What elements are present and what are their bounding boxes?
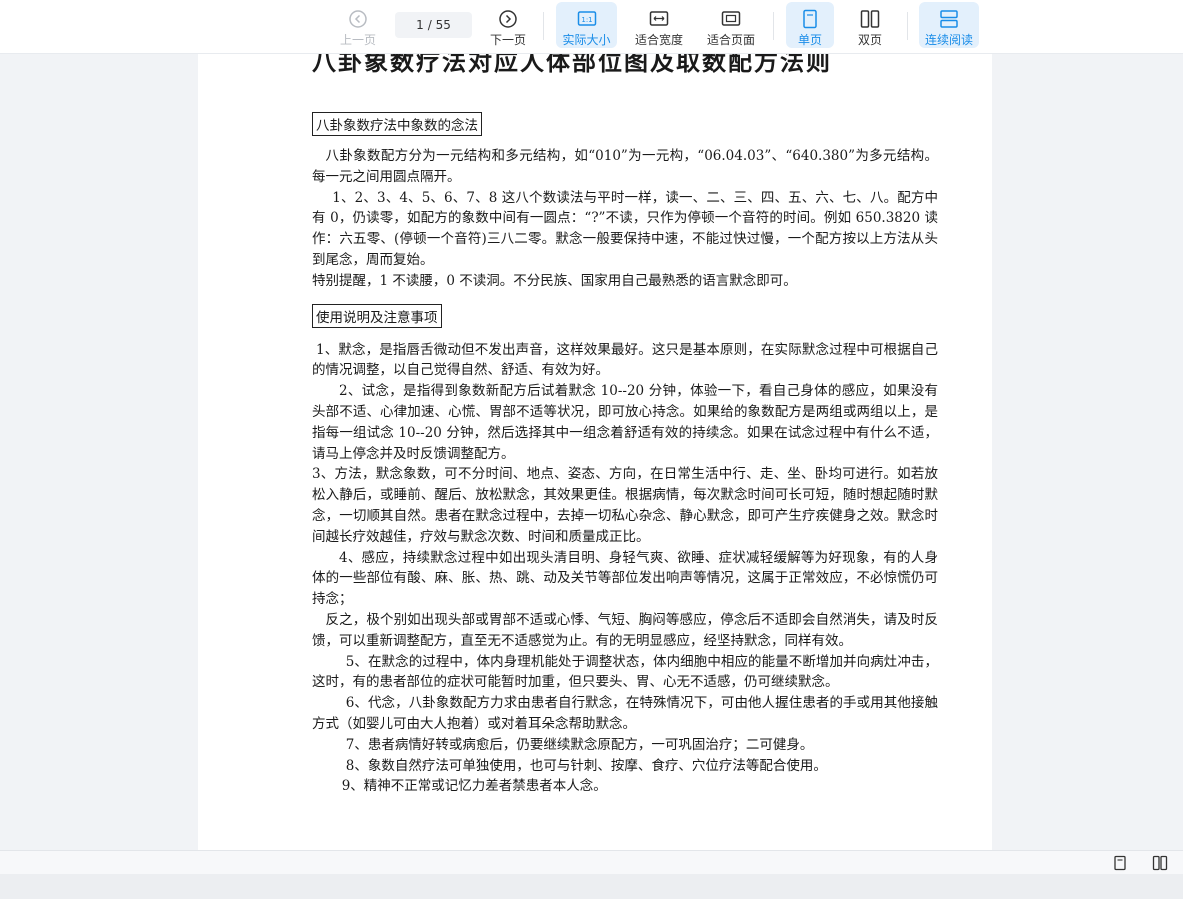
toolbar-divider	[907, 12, 908, 40]
actual-size-glyph: 1:1	[581, 16, 592, 24]
fit-width-label: 适合宽度	[634, 33, 683, 47]
single-page-label: 单页	[797, 33, 822, 47]
section-heading: 使用说明及注意事项	[312, 303, 442, 328]
footer-strip	[0, 874, 1183, 899]
paragraph: 8、象数自然疗法可单独使用，也可与针刺、按摩、食疗、穴位疗法等配合使用。	[345, 757, 827, 774]
page-content: 八卦象数疗法对应人体部位图及取数配方法则 八卦象数疗法中象数的念法 八卦象数配方…	[312, 54, 938, 797]
double-page-icon[interactable]	[1152, 855, 1168, 871]
paragraph: 6、代念，八卦象数配方力求由患者自行默念，在特殊情况下，可由他人握住患者的手或用…	[312, 695, 938, 732]
chevron-left-circle-icon	[347, 8, 369, 29]
single-page-icon	[799, 8, 821, 29]
prev-page-button[interactable]: 上一页	[336, 2, 380, 48]
section-heading: 八卦象数疗法中象数的念法	[312, 112, 482, 136]
fit-page-button[interactable]: 适合页面	[702, 2, 760, 48]
document-page: 八卦象数疗法对应人体部位图及取数配方法则 八卦象数疗法中象数的念法 八卦象数配方…	[198, 54, 992, 850]
next-page-button[interactable]: 下一页	[486, 2, 530, 48]
page-current-input[interactable]: 1	[416, 18, 424, 32]
paragraph: 3、方法，默念象数，可不分时间、地点、姿态、方向，在日常生活中行、走、坐、卧均可…	[312, 466, 938, 545]
single-page-icon[interactable]	[1112, 855, 1128, 871]
document-title: 八卦象数疗法对应人体部位图及取数配方法则	[312, 54, 832, 76]
viewer-toolbar: 上一页 1 / 55 下一页 1:1 实际大小 适合宽度 适合页面 单页 双页 …	[0, 0, 1183, 54]
single-page-button[interactable]: 单页	[786, 2, 834, 48]
continuous-scroll-icon	[938, 8, 960, 29]
double-page-icon	[859, 8, 881, 29]
double-page-label: 双页	[857, 33, 882, 47]
paragraph: 5、在默念的过程中，体内身理机能处于调整状态，体内细胞中相应的能量不断增加并向病…	[312, 653, 938, 691]
page-total: / 55	[427, 18, 451, 32]
toolbar-divider	[773, 12, 774, 40]
paragraph: 八卦象数配方分为一元结构和多元结构，如“010”为一元构，“06.04.03”、…	[312, 148, 938, 185]
document-viewer[interactable]: 八卦象数疗法对应人体部位图及取数配方法则 八卦象数疗法中象数的念法 八卦象数配方…	[0, 54, 1183, 850]
paragraph: 1、2、3、4、5、6、7、8 这八个数读法与平时一样，读一、二、三、四、五、六…	[312, 189, 938, 268]
paragraph: 特别提醒，1 不读腰，0 不读洞。不分民族、国家用自己最熟悉的语言默念即可。	[312, 272, 797, 289]
continuous-reading-button[interactable]: 连续阅读	[919, 2, 979, 48]
fit-width-button[interactable]: 适合宽度	[630, 2, 688, 48]
fit-page-label: 适合页面	[706, 33, 755, 47]
continuous-reading-label: 连续阅读	[924, 33, 973, 47]
next-page-label: 下一页	[489, 33, 526, 47]
paragraph: 2、试念，是指得到象数新配方后试着默念 10--20 分钟，体验一下，看自己身体…	[312, 383, 938, 462]
actual-size-button[interactable]: 1:1 实际大小	[556, 2, 617, 48]
actual-size-icon: 1:1	[576, 8, 598, 29]
paragraph: 4、感应，持续默念过程中如出现头清目明、身轻气爽、欲睡、症状减轻缓解等为好现象，…	[312, 549, 938, 608]
paragraph: 9、精神不正常或记忆力差者禁患者本人念。	[341, 778, 607, 795]
fit-page-icon	[720, 8, 742, 29]
chevron-right-circle-icon	[497, 8, 519, 29]
paragraph: 7、患者病情好转或病愈后，仍要继续默念原配方，一可巩固治疗；二可健身。	[345, 736, 814, 753]
toolbar-divider	[543, 12, 544, 40]
page-number-box[interactable]: 1 / 55	[395, 12, 472, 38]
paragraph: 反之，极个别如出现头部或胃部不适或心悸、气短、胸闷等感应，停念后不适即会自然消失…	[312, 611, 938, 649]
fit-width-icon	[648, 8, 670, 29]
status-bar	[0, 850, 1183, 874]
prev-page-label: 上一页	[339, 33, 376, 47]
paragraph: 1、默念，是指唇舌微动但不发出声音，这样效果最好。这只是基本原则，在实际默念过程…	[312, 341, 938, 379]
actual-size-label: 实际大小	[562, 33, 611, 47]
double-page-button[interactable]: 双页	[846, 2, 894, 48]
